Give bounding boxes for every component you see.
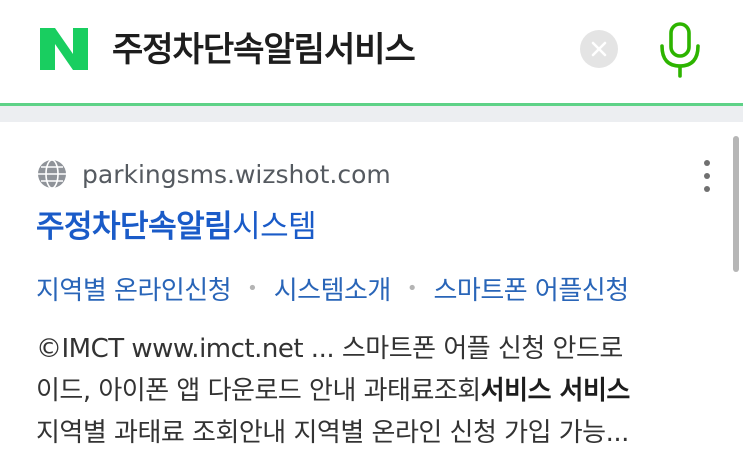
voice-search-button[interactable] — [656, 22, 704, 78]
scrollbar-thumb[interactable] — [733, 136, 739, 272]
sitelink-separator: • — [247, 277, 258, 299]
result-title-rest: 시스템 — [232, 209, 317, 245]
snippet-keyword-highlight: 서비스 서비스 — [480, 376, 631, 406]
more-options-button[interactable] — [694, 156, 720, 196]
search-result-card: parkingsms.wizshot.com 주정차단속알림시스템 지역별 온라… — [0, 122, 743, 476]
globe-icon — [38, 159, 66, 189]
naver-logo[interactable] — [38, 26, 90, 72]
naver-n-icon — [40, 28, 88, 70]
sitelink-separator: • — [406, 277, 418, 299]
search-bar: 주정차단속알림서비스 — [0, 0, 743, 104]
result-source-url: parkingsms.wizshot.com — [82, 159, 391, 189]
result-title-link[interactable]: 주정차단속알림시스템 — [36, 204, 317, 250]
close-icon — [591, 41, 607, 57]
more-dot-icon — [704, 160, 710, 166]
search-results-page: 주정차단속알림서비스 parkingsms.wizshot.com 주정차단속알… — [0, 0, 743, 476]
result-title-highlight: 주정차단속알림 — [36, 209, 233, 245]
snippet-text: 이드, 아이폰 앱 다운로드 안내 과태료조회 — [36, 376, 481, 406]
result-source[interactable]: parkingsms.wizshot.com — [36, 156, 391, 192]
snippet-line-3: 지역별 과태료 조회안내 지역별 온라인 신청 가입 가능... — [36, 418, 629, 448]
more-dot-icon — [704, 173, 710, 179]
snippet-line-2: 이드, 아이폰 앱 다운로드 안내 과태료조회서비스 서비스 — [36, 370, 716, 412]
microphone-icon — [660, 22, 700, 78]
sitelink-regional-signup[interactable]: 지역별 온라인신청 — [36, 270, 232, 307]
sitelinks: 지역별 온라인신청 • 시스템소개 • 스마트폰 어플신청 — [36, 268, 629, 308]
clear-search-button[interactable] — [580, 30, 618, 68]
search-input[interactable]: 주정차단속알림서비스 — [112, 22, 416, 78]
more-dot-icon — [704, 186, 710, 192]
sitelink-system-intro[interactable]: 시스템소개 — [274, 270, 392, 307]
sitelink-app-signup[interactable]: 스마트폰 어플신청 — [433, 270, 629, 307]
snippet-line-1: ©IMCT www.imct.net ... 스마트폰 어플 신청 안드로 — [36, 334, 623, 364]
result-snippet: ©IMCT www.imct.net ... 스마트폰 어플 신청 안드로 이드… — [36, 328, 716, 454]
section-divider — [0, 106, 743, 122]
